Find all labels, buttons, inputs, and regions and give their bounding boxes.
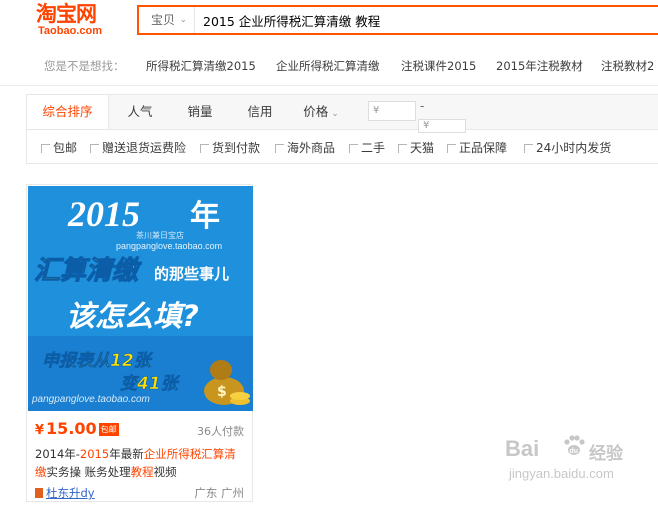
image-line2-text: 该怎么填? <box>66 299 199 333</box>
title-part: 实务操 账务处理 <box>46 465 131 479</box>
shop-icon <box>35 488 43 498</box>
checkbox-icon <box>447 144 456 153</box>
image-line3-text: 申报表从12张 <box>42 351 154 371</box>
checkbox-icon <box>398 144 407 153</box>
filter-label: 包邮 <box>53 141 78 155</box>
title-part: 视频 <box>153 465 177 479</box>
image-line4-text: 变41张 <box>120 374 181 394</box>
product-location: 广东 广州 <box>194 486 244 500</box>
filter-24h-shipping[interactable]: 24小时内发货 <box>524 139 611 156</box>
product-image[interactable]: 2015 年 茶川兼日宝店 pangpanglove.taobao.com 汇算… <box>28 186 253 411</box>
filter-free-shipping[interactable]: 包邮 <box>41 139 77 156</box>
chevron-down-icon: ⌄ <box>179 15 187 25</box>
sort-tab-price-label: 价格 <box>303 104 329 119</box>
title-part: 年最新 <box>109 447 144 461</box>
checkbox-icon <box>200 144 209 153</box>
title-highlight: 教程 <box>130 465 154 479</box>
image-nian-text: 年 <box>190 199 220 234</box>
filter-overseas[interactable]: 海外商品 <box>275 139 335 156</box>
suggestion-link[interactable]: 所得税汇算清缴2015 <box>146 58 256 74</box>
logo-en-text: Taobao.com <box>38 25 102 37</box>
paw-icon: du <box>564 435 585 455</box>
title-highlight: 2015 <box>79 447 110 461</box>
checkbox-icon <box>90 144 99 153</box>
product-title-link[interactable]: 2014年-2015年最新企业所得税汇算清缴实务操 账务处理教程视频 <box>35 445 249 481</box>
logo-cn-text: 淘宝网 <box>36 2 97 26</box>
sort-tab-default[interactable]: 综合排序 <box>27 95 109 129</box>
filter-cod[interactable]: 货到付款 <box>200 139 260 156</box>
watermark-du: du <box>570 448 579 455</box>
suggestion-link[interactable]: 注税教材2 <box>601 58 654 74</box>
checkbox-icon <box>524 144 533 153</box>
filter-label: 天猫 <box>410 141 435 155</box>
sort-tab-popularity[interactable]: 人气 <box>115 95 165 129</box>
search-category-label: 宝贝 <box>151 13 176 27</box>
filter-row: 包邮 赠送退货运费险 货到付款 海外商品 二手 天猫 正品保障 24小时内发货 <box>26 130 658 164</box>
shop-link[interactable]: 杜东升dy <box>35 485 95 501</box>
filter-tmall[interactable]: 天猫 <box>398 139 434 156</box>
filter-return-insurance[interactable]: 赠送退货运费险 <box>90 139 186 156</box>
image-year-text: 2015 <box>67 194 140 234</box>
sort-tab-sales[interactable]: 销量 <box>175 95 225 129</box>
checkbox-icon <box>41 144 50 153</box>
price-range-dash: - <box>420 99 425 113</box>
search-category-select[interactable]: 宝贝 ⌄ <box>139 7 195 33</box>
suggestion-bar: 您是不是想找： 所得税汇算清缴2015 企业所得税汇算清缴 注税课件2015 2… <box>0 44 658 86</box>
shop-name: 杜东升dy <box>46 486 95 500</box>
filter-second-hand[interactable]: 二手 <box>349 139 385 156</box>
search-input[interactable] <box>203 10 643 30</box>
filter-genuine[interactable]: 正品保障 <box>447 139 507 156</box>
checkbox-icon <box>349 144 358 153</box>
filter-label: 赠送退货运费险 <box>102 141 187 155</box>
sort-tab-credit[interactable]: 信用 <box>235 95 285 129</box>
filter-label: 24小时内发货 <box>536 141 612 155</box>
chevron-down-icon: ⌄ <box>331 109 339 119</box>
sort-bar: 综合排序 人气 销量 信用 价格 ⌄ ¥ - ¥ <box>26 94 658 133</box>
image-line1-text: 汇算清缴 <box>34 256 142 286</box>
watermark-cn: 经验 <box>589 444 623 464</box>
image-url-text: pangpanglove.taobao.com <box>116 241 222 251</box>
suggestion-label: 您是不是想找： <box>44 59 125 73</box>
suggestion-link[interactable]: 2015年注税教材 <box>496 58 583 74</box>
sort-tab-price[interactable]: 价格 ⌄ <box>295 95 347 129</box>
filter-label: 二手 <box>361 141 386 155</box>
filter-label: 货到付款 <box>212 141 261 155</box>
filter-label: 海外商品 <box>287 141 336 155</box>
baidu-jingyan-watermark: Bai du 经验 jingyan.baidu.com <box>505 435 655 496</box>
title-highlight: 企业所得税汇算清 <box>143 447 236 461</box>
image-url-text: pangpanglove.taobao.com <box>31 394 150 405</box>
search-box: 宝贝 ⌄ <box>137 5 658 35</box>
checkbox-icon <box>275 144 284 153</box>
watermark-brand: Bai <box>505 436 539 462</box>
suggestion-link[interactable]: 注税课件2015 <box>401 58 476 74</box>
free-shipping-badge: 包邮 <box>98 423 119 436</box>
product-price: ¥15.00 包邮 <box>35 419 119 438</box>
price-value: 15.00 <box>46 419 97 438</box>
watermark-url: jingyan.baidu.com <box>509 466 614 481</box>
filter-label: 正品保障 <box>459 141 508 155</box>
watermark-brand-part: Bai <box>505 436 540 461</box>
title-part: 2014年- <box>35 447 80 461</box>
title-highlight: 缴 <box>35 465 47 479</box>
suggestion-link[interactable]: 企业所得税汇算清缴 <box>276 58 380 74</box>
product-card[interactable]: 2015 年 茶川兼日宝店 pangpanglove.taobao.com 汇算… <box>26 184 253 502</box>
image-line1b-text: 的那些事儿 <box>154 265 229 283</box>
paid-count: 36人付款 <box>197 425 244 438</box>
price-currency: ¥ <box>35 423 45 438</box>
svg-text:$: $ <box>217 384 227 400</box>
image-shop-watermark: 茶川兼日宝店 <box>136 230 184 240</box>
price-min-input[interactable]: ¥ <box>368 101 416 121</box>
taobao-logo[interactable]: 淘宝网 Taobao.com <box>36 3 112 37</box>
product-image-graphic: 2015 年 茶川兼日宝店 pangpanglove.taobao.com 汇算… <box>28 186 253 411</box>
